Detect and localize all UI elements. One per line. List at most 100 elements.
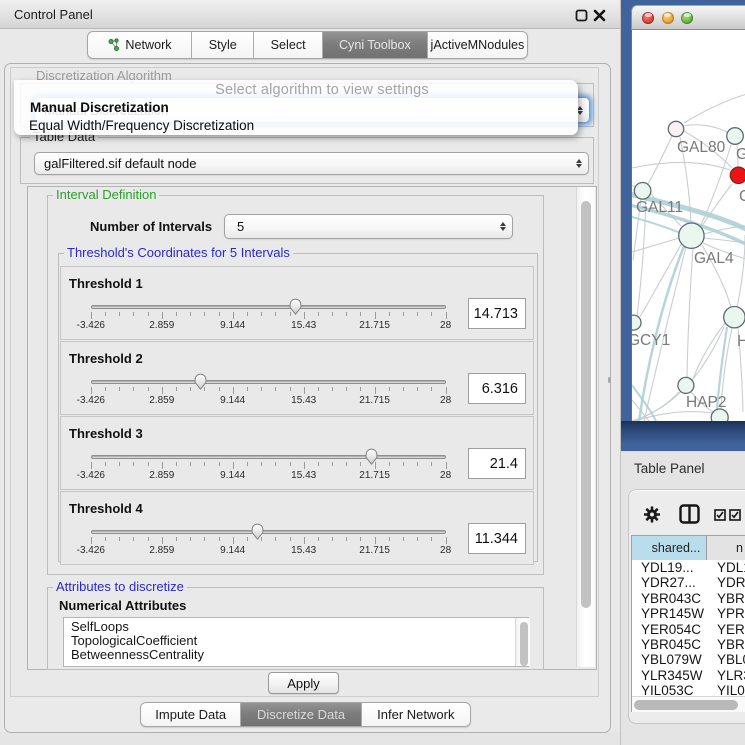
tab-style[interactable]: Style	[192, 32, 254, 58]
attribute-item[interactable]: BetweennessCentrality	[64, 648, 528, 662]
table-row[interactable]: YDR27...YDR2	[632, 575, 745, 590]
attribute-item[interactable]: TopologicalCoefficient	[64, 634, 528, 648]
cell-shared-name[interactable]: YBR045C	[632, 637, 707, 652]
zoom-traffic-light[interactable]	[681, 12, 693, 24]
network-view[interactable]: GAL80GAL3CDC25GAL11GAL4GCY1HIS4HAP2	[631, 30, 745, 421]
cell-shared-name[interactable]: YDR27...	[632, 575, 707, 590]
threshold-value-field[interactable]: 6.316	[468, 373, 526, 404]
network-node-his[interactable]	[724, 307, 745, 328]
cell-shared-name[interactable]: YER054C	[632, 622, 707, 637]
close-traffic-light[interactable]	[642, 12, 654, 24]
cell-name[interactable]: YLR3	[707, 668, 745, 683]
network-edge[interactable]	[687, 248, 693, 377]
network-node-gcy1[interactable]	[632, 315, 641, 330]
table-panel-title: Table Panel	[634, 461, 705, 476]
slider-track[interactable]	[91, 305, 446, 309]
table-horizontal-scrollbar[interactable]	[632, 696, 745, 712]
network-edge[interactable]	[632, 238, 679, 252]
cell-name[interactable]: YER0	[707, 622, 745, 637]
cell-shared-name[interactable]: YLR345W	[632, 668, 707, 683]
splitpane-handle[interactable]	[608, 377, 611, 383]
table-horizontal-scrollbar-thumb[interactable]	[634, 700, 738, 710]
slider-tick	[318, 387, 319, 391]
cell-name[interactable]: YPR1	[707, 606, 745, 621]
table-data-combobox-value: galFiltered.sif default node	[35, 156, 570, 171]
table-row[interactable]: YPR145WYPR1	[632, 606, 745, 621]
network-edge[interactable]	[635, 412, 712, 421]
network-edge[interactable]	[648, 136, 672, 184]
gear-icon[interactable]	[644, 506, 660, 528]
tab-jactivemnodules[interactable]: jActiveMNodules	[428, 32, 527, 58]
cell-name[interactable]: YBR0	[707, 591, 745, 606]
slider-thumb[interactable]	[250, 522, 265, 541]
column-header-shared-name[interactable]: shared...	[632, 536, 707, 560]
cell-shared-name[interactable]: YBL079W	[632, 652, 707, 667]
network-edge[interactable]	[683, 125, 727, 132]
apply-button[interactable]: Apply	[268, 672, 339, 694]
close-window-button[interactable]	[593, 9, 606, 22]
attribute-item[interactable]: SelfLoops	[64, 620, 528, 634]
cell-name[interactable]: YDR2	[707, 575, 745, 590]
checkbox-icon[interactable]	[729, 508, 741, 526]
threshold-value-field[interactable]: 14.713	[468, 298, 526, 329]
network-edge[interactable]	[632, 162, 730, 170]
network-node-gal3[interactable]	[727, 128, 744, 145]
tab-cyni-toolbox[interactable]: Cyni Toolbox	[323, 32, 428, 58]
threshold-value-field[interactable]: 11.344	[468, 523, 526, 554]
checkbox-icon[interactable]	[714, 508, 726, 526]
network-node-gal11[interactable]	[634, 183, 651, 200]
popup-item-manual-discretization[interactable]: Manual Discretization	[14, 99, 578, 117]
network-node-hap2[interactable]	[678, 377, 694, 393]
slider-tick-label: 21.715	[359, 320, 390, 331]
network-node-label: HIS4	[737, 333, 745, 350]
table-row[interactable]: YBR043CYBR0	[632, 591, 745, 606]
popup-item-equal-width-frequency[interactable]: Equal Width/Frequency Discretization	[14, 117, 578, 135]
slider-thumb[interactable]	[364, 447, 379, 466]
slider-thumb[interactable]	[288, 297, 303, 316]
table-row[interactable]: YIL053CYIL0	[632, 683, 745, 697]
settings-scrollbar[interactable]	[576, 187, 595, 667]
tab-discretize-data[interactable]: Discretize Data	[241, 703, 361, 726]
cell-name[interactable]: YBL0	[707, 652, 745, 667]
network-node-gal4[interactable]	[679, 223, 704, 248]
popup-hint-item: Select algorithm to view settings	[14, 81, 578, 99]
table-row[interactable]: YDL19...YDL1	[632, 560, 745, 575]
network-node-red[interactable]	[730, 167, 745, 183]
cell-shared-name[interactable]: YBR043C	[632, 591, 707, 606]
table-data-combobox[interactable]: galFiltered.sif default node	[34, 152, 589, 175]
table-row[interactable]: YBL079WYBL0	[632, 652, 745, 667]
settings-scrollbar-thumb[interactable]	[581, 201, 591, 608]
column-header-name[interactable]: n	[707, 536, 745, 560]
slider-track[interactable]	[91, 530, 446, 534]
slider-track[interactable]	[91, 455, 446, 459]
table-row[interactable]: YLR345WYLR3	[632, 668, 745, 683]
cell-shared-name[interactable]: YDL19...	[632, 560, 707, 575]
slider-tick	[304, 462, 305, 469]
attributes-list-scrollbar-thumb[interactable]	[520, 622, 528, 666]
table-row[interactable]: YER054CYER0	[632, 622, 745, 637]
slider-tick	[446, 537, 447, 544]
float-window-button[interactable]	[575, 9, 588, 22]
tab-infer-network[interactable]: Infer Network	[362, 703, 470, 726]
cell-shared-name[interactable]: YIL053C	[632, 683, 707, 697]
cell-name[interactable]: YBR0	[707, 637, 745, 652]
network-edge[interactable]	[737, 235, 745, 307]
columns-icon[interactable]	[679, 504, 700, 529]
network-node-gal80[interactable]	[668, 121, 683, 136]
attributes-list-scrollbar[interactable]	[515, 618, 530, 666]
tab-select[interactable]: Select	[254, 32, 322, 58]
threshold-value-field[interactable]: 21.4	[468, 448, 526, 479]
tab-network[interactable]: Network	[88, 32, 192, 58]
slider-track[interactable]	[91, 380, 446, 384]
cell-name[interactable]: YDL1	[707, 560, 745, 575]
number-of-intervals-combobox[interactable]: 5	[224, 214, 513, 239]
network-edge[interactable]	[640, 243, 682, 317]
cell-name[interactable]: YIL0	[707, 683, 745, 697]
network-edge[interactable]	[684, 94, 745, 123]
table-row[interactable]: YBR045CYBR0	[632, 637, 745, 652]
slider-thumb[interactable]	[193, 372, 208, 391]
tab-impute-data[interactable]: Impute Data	[141, 703, 241, 726]
minimize-traffic-light[interactable]	[662, 12, 674, 24]
cell-shared-name[interactable]: YPR145W	[632, 606, 707, 621]
network-node-bot[interactable]	[711, 409, 728, 421]
